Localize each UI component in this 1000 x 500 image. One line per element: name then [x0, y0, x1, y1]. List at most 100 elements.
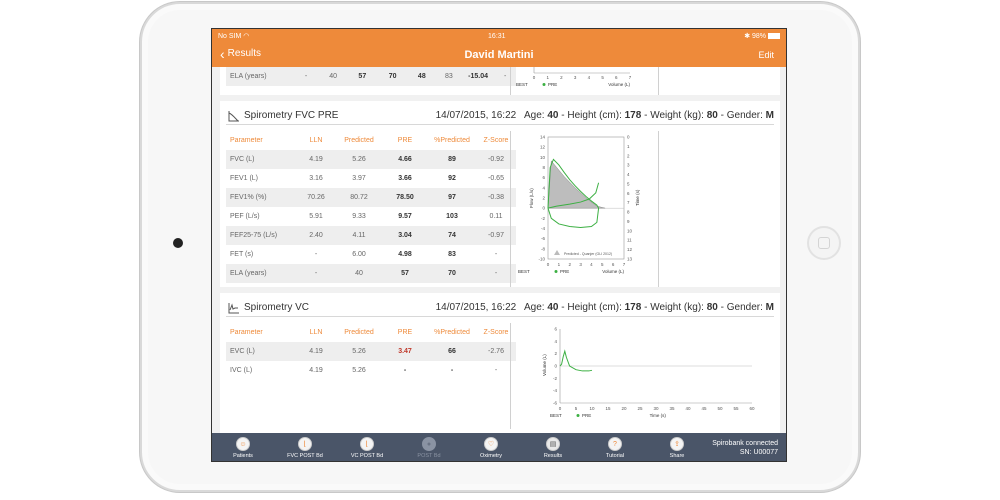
legend-marker [554, 270, 558, 273]
param-cell: EVC (L) [226, 342, 296, 361]
value-cell: 3.97 [352, 175, 366, 182]
value-cell: 70 [377, 67, 408, 86]
value-cell: 70 [428, 264, 476, 283]
y2-tick-label: 3 [627, 163, 630, 168]
patient-meta: 14/07/2015, 16:22 Age: 40 - Height (cm):… [435, 110, 774, 121]
param-cell: IVC (L) [230, 367, 253, 374]
value-cell: 40 [336, 264, 382, 283]
edit-button[interactable]: Edit [758, 50, 774, 60]
y-tick-label: -4 [553, 388, 557, 393]
tab-label: FVC POST Bd [287, 453, 323, 459]
value-cell: - [293, 67, 320, 86]
y-tick-label: 6 [554, 327, 557, 332]
y-tick-label: 6 [542, 175, 545, 180]
value-cell: 5.26 [336, 342, 382, 361]
y-tick-label: -8 [541, 246, 545, 251]
x-tick-label: 30 [653, 406, 659, 411]
value-cell: 78.50 [382, 188, 428, 207]
param-cell: FEF25-75 (L/s) [226, 226, 296, 245]
divider [658, 131, 659, 287]
fvc-pre-card[interactable]: Spirometry FVC PRE 14/07/2015, 16:22 Age… [220, 101, 780, 287]
y2-tick-label: 2 [627, 153, 630, 158]
gender-label: Gender: [726, 110, 763, 121]
age-value: 40 [547, 110, 559, 121]
x-tick-label: 20 [621, 406, 627, 411]
column-header: PRE [397, 137, 413, 144]
tab-label: Tutorial [605, 453, 625, 459]
tab-results[interactable]: ▤ Results [522, 433, 584, 461]
table-row: FEF25-75 (L/s) 2.40 4.11 3.04 74 -0.97 [226, 226, 516, 245]
table-row: FET (s) -6.00 4.98 83- [226, 245, 516, 264]
page-title: David Martini [464, 49, 534, 61]
volume-time-icon [228, 303, 239, 314]
gender-label: Gender: [726, 302, 763, 313]
tab-fvc-post-bd[interactable]: ⌊ FVC POST Bd [274, 433, 336, 461]
y2-tick-label: 6 [627, 191, 630, 196]
tab-oximetry[interactable]: ♡ Oximetry [460, 433, 522, 461]
value-cell: 6.00 [352, 251, 366, 258]
fvc-results-table: Parameter LLN Predicted PRE %Predicted Z-Scor… [226, 131, 516, 283]
flow-volume-icon [228, 111, 239, 122]
param-cell: ELA (years) [226, 67, 294, 86]
height-label: Height (cm): [567, 110, 622, 121]
help-icon: ? [608, 437, 622, 451]
x-tick-label: 7 [623, 262, 626, 267]
vc-card[interactable]: Spirometry VC 14/07/2015, 16:22 Age: 40 … [220, 293, 780, 433]
card-title: Spirometry FVC PRE [244, 110, 339, 121]
tab-label: Share [669, 453, 685, 459]
tick-label: 7 [629, 75, 632, 80]
weight-label: Weight (kg): [650, 302, 704, 313]
tab-patients[interactable]: ☺ Patients [212, 433, 274, 461]
tab-tutorial[interactable]: ? Tutorial [584, 433, 646, 461]
value-cell: 3.04 [382, 226, 428, 245]
param-cell: FEV1 (L) [230, 175, 259, 182]
clock: 16:31 [488, 32, 506, 40]
bluetooth-icon: ✱ [744, 33, 751, 40]
y-tick-label: 14 [540, 135, 546, 140]
y-tick-label: -4 [541, 226, 545, 231]
x-tick-label: 40 [685, 406, 691, 411]
value-cell: 40 [319, 67, 348, 86]
tab-share[interactable]: ⇪ Share [646, 433, 708, 461]
param-cell: FVC (L) [226, 150, 296, 169]
home-button[interactable] [807, 226, 841, 260]
column-header: LLN [309, 137, 323, 144]
value-cell: 5.26 [336, 150, 382, 169]
value-cell: 4.66 [382, 150, 428, 169]
legend-pre: PRE [560, 269, 569, 274]
home-square-icon [818, 237, 830, 249]
divider [510, 131, 511, 287]
card-header: Spirometry VC 14/07/2015, 16:22 Age: 40 … [226, 299, 774, 317]
tab-vc-post-bd[interactable]: ⌊ VC POST Bd [336, 433, 398, 461]
x-tick-label: 50 [717, 406, 723, 411]
x-tick-label: 4 [590, 262, 593, 267]
x-axis-label: Volume (L) [608, 82, 630, 87]
y-axis-label: Flow (L/s) [529, 188, 534, 208]
device-connection-status: Spirobank connected SN: U00077 [712, 439, 778, 457]
y-tick-label: 0 [554, 364, 557, 369]
y-tick-label: 0 [542, 206, 545, 211]
value-cell: 83 [448, 251, 456, 258]
value-cell: 5.91 [309, 213, 323, 220]
connection-label: Spirobank connected [712, 440, 778, 447]
carrier-label: No SIM ◠ [218, 32, 249, 40]
tab-label: VC POST Bd [350, 453, 384, 459]
x-tick-label: 0 [559, 406, 562, 411]
y-tick-label: -10 [538, 257, 545, 262]
test-datetime: 14/07/2015, 16:22 [435, 110, 517, 121]
value-cell: 97 [428, 188, 476, 207]
value-cell: 4.19 [296, 342, 336, 361]
tab-label: Results [543, 453, 563, 459]
tab-post-bd: ● POST Bd [398, 433, 460, 461]
results-scroll-area[interactable]: ELA (years) - 40 57 70 48 83 -15.04 - 01… [212, 67, 786, 433]
y2-tick-label: 11 [627, 238, 632, 243]
heart-icon: ♡ [484, 437, 498, 451]
value-cell: 4.11 [336, 226, 382, 245]
share-icon: ⇪ [670, 437, 684, 451]
column-header: PRE [397, 329, 413, 336]
column-header: Predicted [344, 329, 374, 336]
height-value: 178 [624, 302, 642, 313]
legend-marker [542, 83, 546, 86]
front-camera [173, 238, 183, 248]
x-tick-label: 3 [579, 262, 582, 267]
